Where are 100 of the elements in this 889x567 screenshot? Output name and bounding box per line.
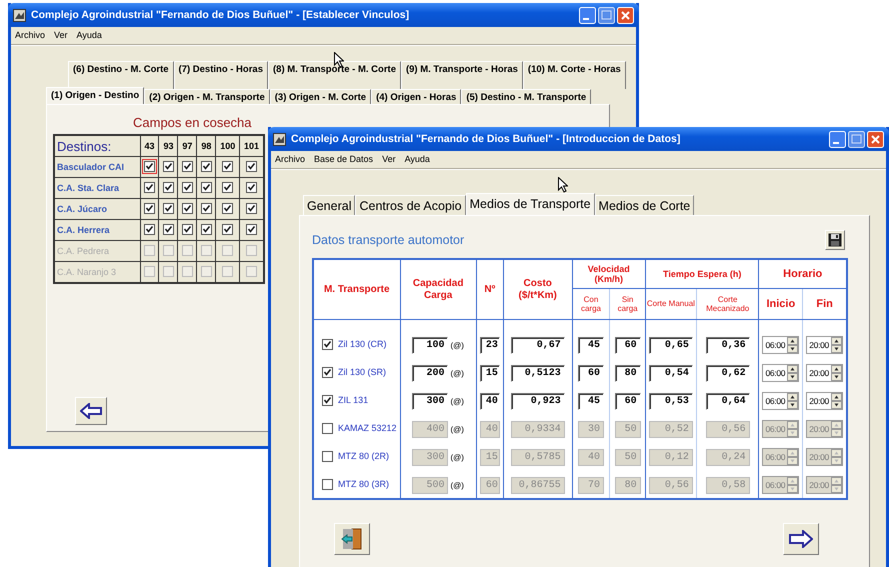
menu-item[interactable]: Ver [382, 154, 396, 164]
checkbox[interactable] [162, 182, 174, 194]
checkbox[interactable] [182, 182, 193, 194]
checkbox[interactable] [182, 203, 193, 214]
checkbox[interactable] [322, 422, 333, 434]
checkbox[interactable] [144, 161, 155, 172]
time-value: 06:00 [764, 340, 786, 350]
vehicle-name: Zil 130 (SR) [338, 367, 386, 377]
checkbox[interactable] [246, 203, 258, 214]
row-label: C.A. Naranjo 3 [54, 262, 140, 283]
app-icon [13, 8, 26, 22]
checkbox[interactable] [246, 224, 258, 236]
spin-buttons-icon[interactable] [787, 364, 798, 380]
checkbox[interactable] [222, 182, 234, 194]
input-field[interactable]: 45 [578, 393, 604, 410]
menu-item[interactable]: Base de Datos [314, 154, 374, 164]
checkbox[interactable] [322, 450, 333, 462]
input-field[interactable]: 60 [614, 337, 641, 354]
input-field[interactable]: 0,54 [648, 365, 693, 382]
unit-label: (@) [450, 481, 464, 490]
spin-buttons-icon[interactable] [831, 364, 842, 380]
input-field[interactable]: 80 [614, 365, 641, 382]
menu-item[interactable]: Ayuda [404, 154, 430, 164]
input-field[interactable]: 60 [578, 365, 604, 382]
checkbox[interactable] [222, 161, 234, 172]
pointer-icon [558, 177, 568, 193]
checkbox[interactable] [322, 478, 333, 490]
tab[interactable]: (6) Destino - M. Corte [68, 61, 174, 89]
tab[interactable]: (7) Destino - Horas [174, 61, 268, 89]
checkbox[interactable] [322, 366, 333, 378]
checkbox[interactable] [322, 394, 333, 406]
tab[interactable]: (3) Origen - M. Corte [270, 89, 372, 104]
tab[interactable]: (4) Origen - Horas [371, 89, 462, 104]
back-button[interactable] [75, 397, 107, 425]
input-field[interactable]: 40 [480, 393, 500, 410]
checkbox[interactable] [144, 203, 155, 214]
input-field[interactable]: 45 [578, 337, 604, 354]
input-field[interactable]: 300 [412, 393, 448, 410]
checkbox[interactable] [162, 224, 174, 236]
time-spinner[interactable]: 06:00 [762, 336, 800, 354]
checkbox[interactable] [144, 182, 155, 194]
input-field[interactable]: 0,36 [706, 337, 750, 354]
checkbox[interactable] [200, 224, 212, 236]
input-field[interactable]: 0,53 [648, 393, 693, 410]
spin-buttons-icon[interactable] [787, 336, 798, 352]
input-field[interactable]: 23 [480, 337, 500, 354]
checkbox[interactable] [322, 338, 333, 350]
spin-buttons-icon[interactable] [831, 336, 842, 352]
checkbox[interactable] [182, 224, 193, 236]
checkbox[interactable] [182, 161, 193, 172]
time-spinner[interactable]: 20:00 [806, 336, 843, 354]
input-field[interactable]: 0,65 [648, 337, 693, 354]
time-value: 06:00 [764, 396, 786, 406]
tab[interactable]: (1) Origen - Destino [46, 87, 144, 104]
close-button[interactable] [867, 130, 884, 148]
checkbox[interactable] [246, 161, 258, 172]
save-button[interactable] [825, 230, 845, 250]
input-field[interactable]: 200 [412, 365, 448, 382]
input-field[interactable]: 0,5123 [510, 365, 565, 382]
input-field[interactable]: 15 [480, 365, 500, 382]
checkbox[interactable] [222, 203, 234, 214]
input-field[interactable]: 0,62 [706, 365, 750, 382]
input-field[interactable]: 100 [412, 337, 448, 354]
close-button[interactable] [617, 6, 634, 24]
checkbox[interactable] [200, 182, 212, 194]
checkbox[interactable] [200, 203, 212, 214]
time-spinner[interactable]: 20:00 [806, 392, 843, 410]
menu-item[interactable]: Archivo [275, 154, 306, 164]
tab[interactable]: Medios de Transporte [466, 193, 595, 215]
spin-buttons-icon[interactable] [787, 392, 798, 408]
maximize-button[interactable] [848, 130, 865, 148]
input-field[interactable]: 0,67 [510, 337, 565, 354]
checkbox[interactable] [144, 224, 155, 236]
column-header: Costo ($/t*Km) [503, 259, 572, 320]
checkbox[interactable] [246, 182, 258, 194]
time-spinner[interactable]: 06:00 [762, 392, 800, 410]
input-field[interactable]: 60 [614, 393, 641, 410]
left-arrow-icon [80, 403, 102, 419]
tab[interactable]: (8) M. Transporte - M. Corte [268, 61, 401, 89]
exit-button[interactable] [334, 523, 370, 555]
next-button[interactable] [783, 523, 819, 555]
menu-item[interactable]: Ver [54, 30, 68, 40]
tab[interactable]: (10) M. Corte - Horas [522, 61, 626, 89]
tab[interactable]: (5) Destino - M. Transporte [461, 89, 592, 104]
checkbox[interactable] [222, 224, 234, 236]
minimize-button[interactable] [829, 130, 846, 148]
time-spinner[interactable]: 06:00 [762, 364, 800, 382]
menu-item[interactable]: Archivo [15, 30, 46, 40]
input-field[interactable]: 0,64 [706, 393, 750, 410]
maximize-button[interactable] [598, 6, 615, 24]
minimize-button[interactable] [579, 6, 596, 24]
menu-item[interactable]: Ayuda [76, 30, 102, 40]
checkbox[interactable] [162, 203, 174, 214]
checkbox[interactable] [200, 161, 212, 172]
input-field[interactable]: 0,923 [510, 393, 565, 410]
spin-buttons-icon[interactable] [831, 392, 842, 408]
checkbox[interactable] [162, 161, 174, 172]
tab[interactable]: (9) M. Transporte - Horas [400, 61, 523, 89]
time-spinner[interactable]: 20:00 [806, 364, 843, 382]
tab[interactable]: (2) Origen - M. Transporte [144, 89, 270, 104]
